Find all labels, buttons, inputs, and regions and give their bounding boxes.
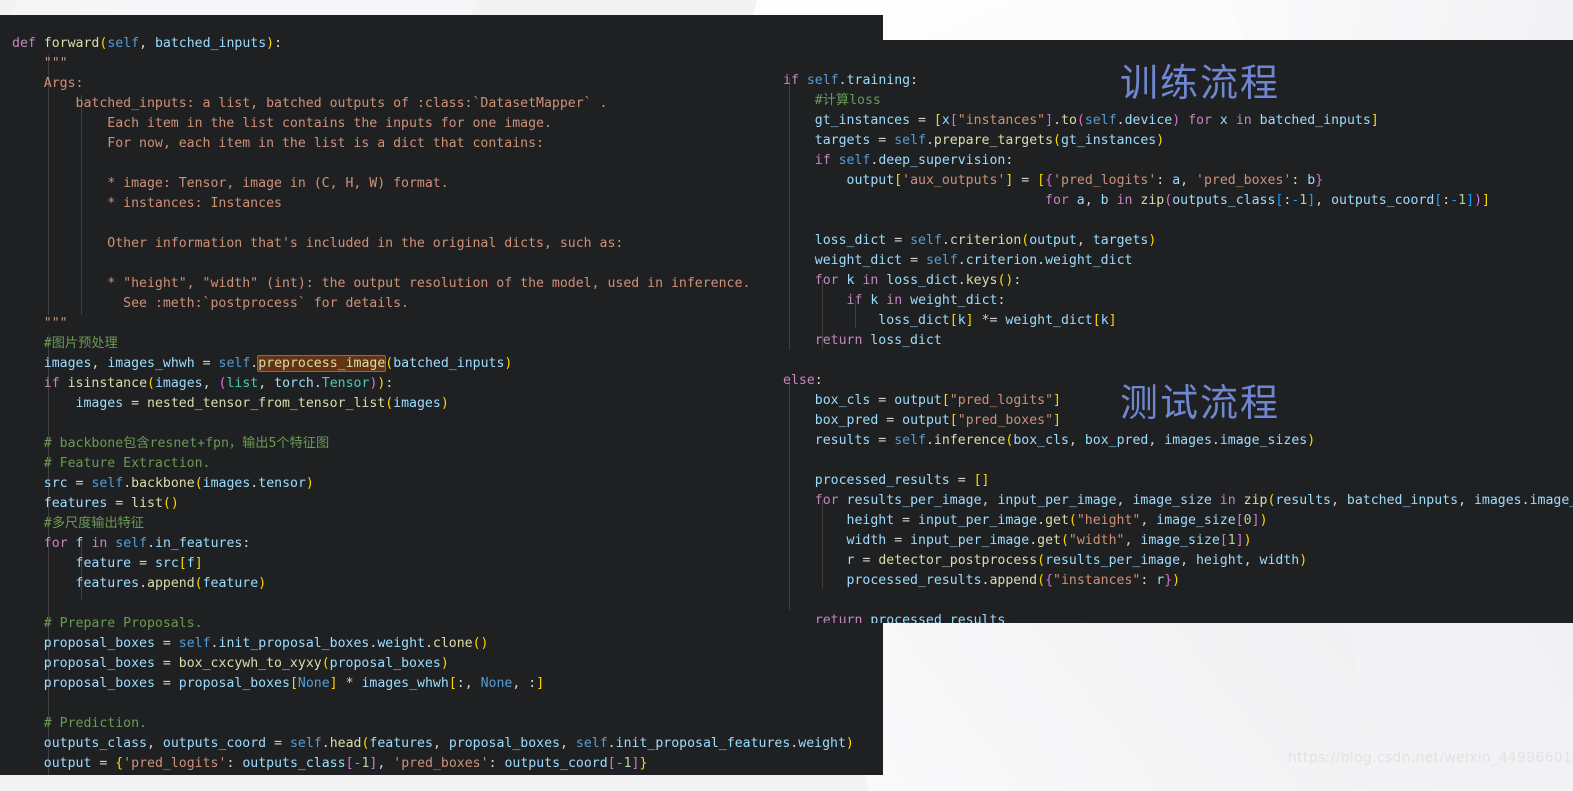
annotation-test-flow: 测试流程 xyxy=(1120,381,1281,425)
left-code-panel[interactable]: def forward(self, batched_inputs): """ A… xyxy=(0,15,883,775)
csdn-watermark: https://blog.csdn.net/weixin_44986601 xyxy=(1288,750,1573,766)
left-code-text[interactable]: def forward(self, batched_inputs): """ A… xyxy=(12,34,854,774)
annotation-training-flow: 训练流程 xyxy=(1120,61,1281,105)
right-code-text[interactable]: if self.training: #计算loss gt_instances =… xyxy=(783,71,1573,623)
right-code-panel[interactable]: if self.training: #计算loss gt_instances =… xyxy=(757,40,1573,623)
